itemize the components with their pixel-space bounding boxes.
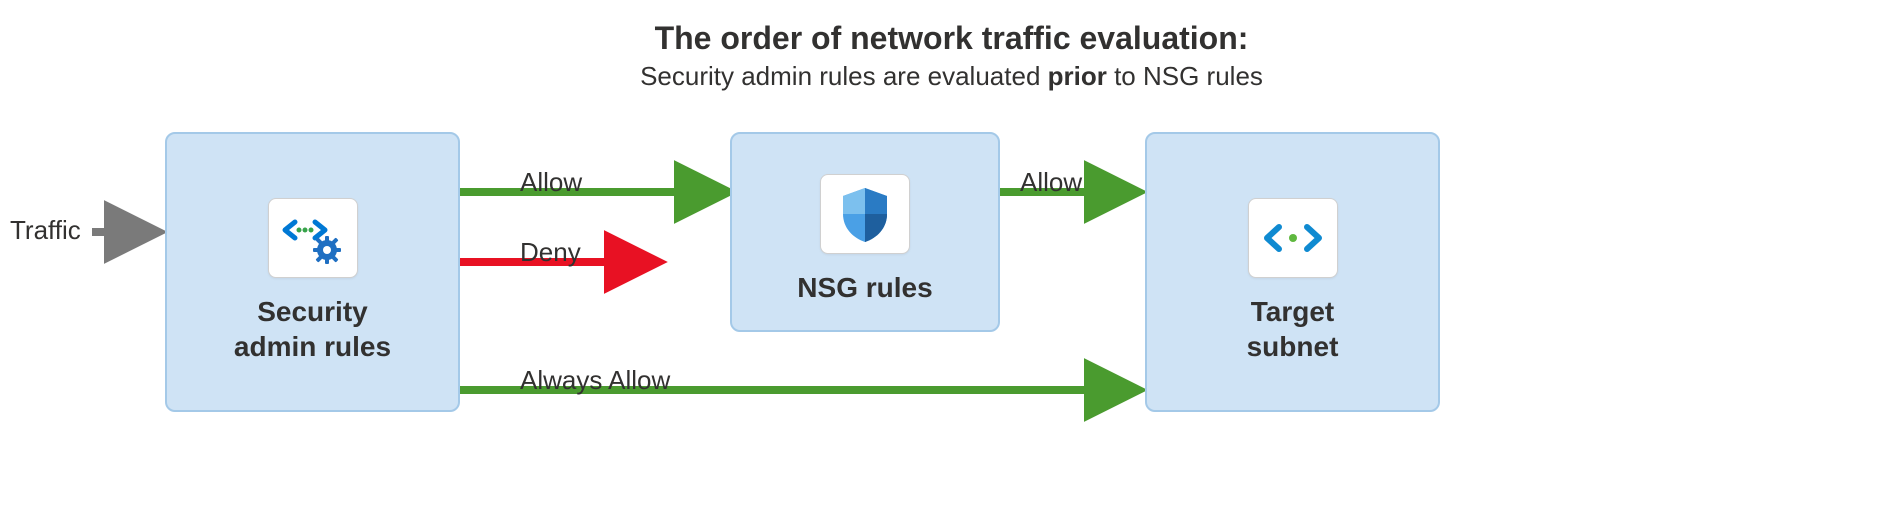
box-security-admin-rules: Security admin rules (165, 132, 460, 412)
subtitle-bold: prior (1048, 61, 1107, 91)
traffic-label: Traffic (10, 215, 81, 246)
shield-icon (835, 184, 895, 244)
code-gear-icon (281, 210, 345, 266)
diagram-canvas: Traffic (0, 112, 1903, 492)
box-security-text: Security admin rules (234, 294, 391, 364)
diagram-title: The order of network traffic evaluation: (0, 20, 1903, 57)
label-always-allow: Always Allow (520, 365, 670, 396)
subnet-icon (1261, 213, 1325, 263)
diagram-subtitle: Security admin rules are evaluated prior… (0, 61, 1903, 92)
nsg-icon-tile (820, 174, 910, 254)
label-deny: Deny (520, 237, 581, 268)
label-allow-1: Allow (520, 167, 582, 198)
box-nsg-label: NSG rules (797, 270, 932, 305)
title-block: The order of network traffic evaluation:… (0, 0, 1903, 92)
box-target-subnet: Target subnet (1145, 132, 1440, 412)
box-target-label: Target subnet (1247, 294, 1339, 364)
box-target-text: Target subnet (1247, 294, 1339, 364)
subtitle-post: to NSG rules (1107, 61, 1263, 91)
label-allow-2: Allow (1020, 167, 1082, 198)
security-admin-icon-tile (268, 198, 358, 278)
target-icon-tile (1248, 198, 1338, 278)
subtitle-pre: Security admin rules are evaluated (640, 61, 1048, 91)
box-nsg-rules: NSG rules (730, 132, 1000, 332)
box-security-label: Security admin rules (234, 294, 391, 364)
